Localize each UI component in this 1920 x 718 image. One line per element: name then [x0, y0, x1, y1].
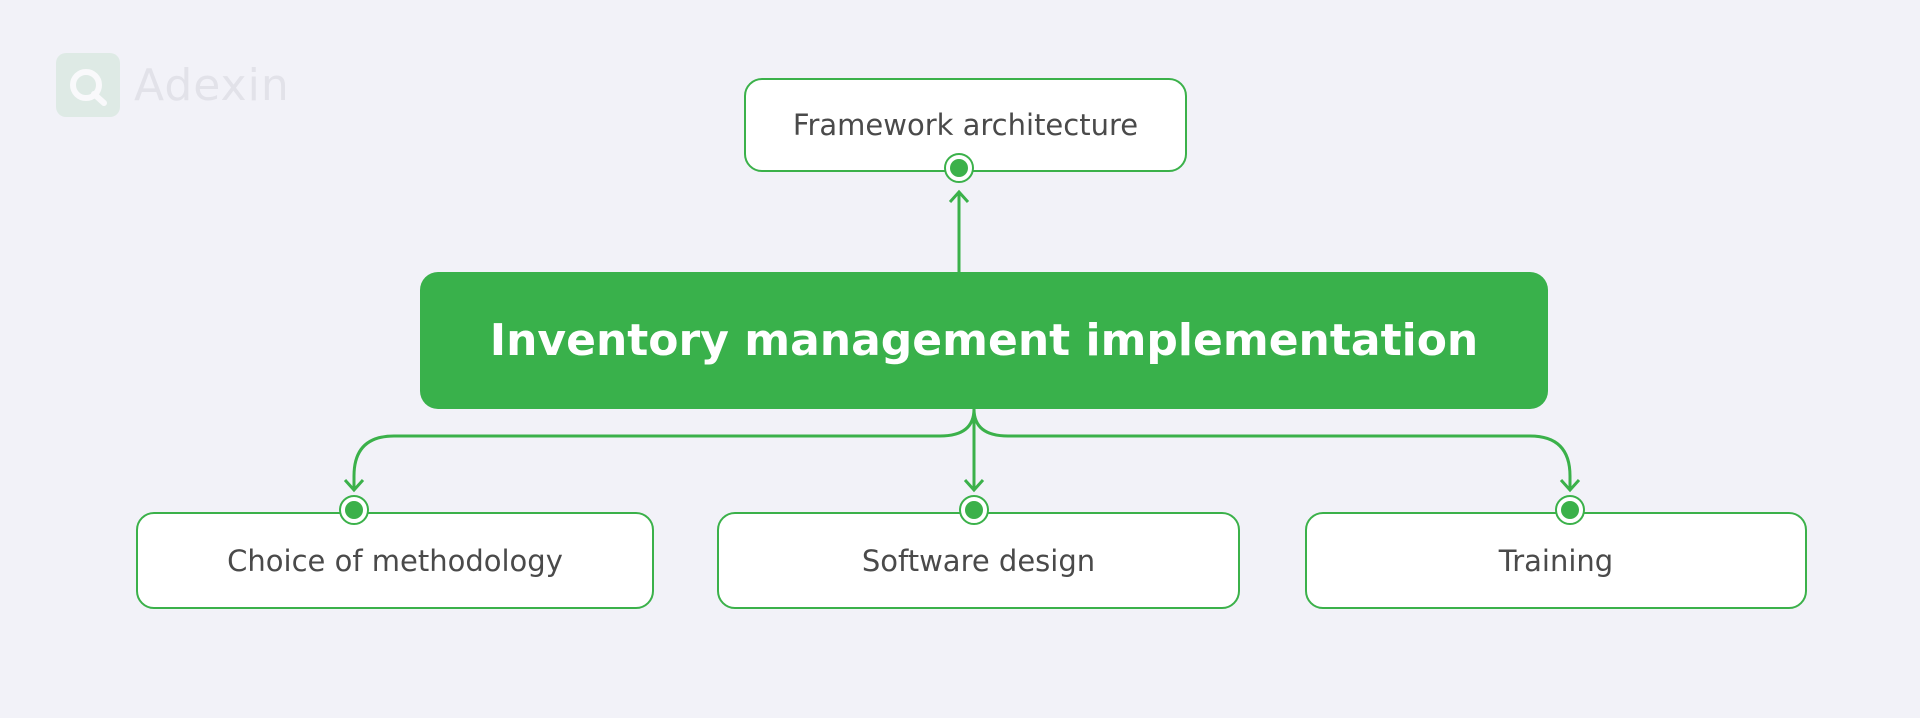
connector-dots: [339, 153, 1585, 525]
